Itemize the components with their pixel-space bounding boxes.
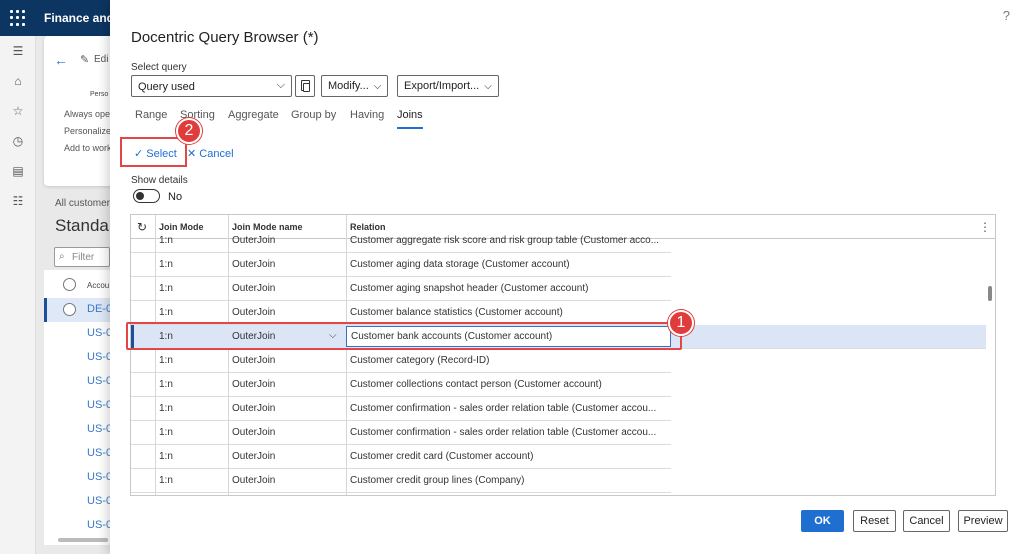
table-row[interactable]: 1:n OuterJoin Customer aging snapshot he… [131,277,671,301]
list-item[interactable]: US-0 [44,394,114,418]
background-action-panel: ← ✎ Edi Perso Always ope Personalize Add… [44,36,114,186]
help-icon[interactable]: ? [1003,8,1010,23]
table-row[interactable]: 1:n OuterJoin Customer collections conta… [131,373,671,397]
hamburger-menu-icon[interactable]: ☰ [11,44,25,58]
app-name: Finance and [44,11,115,25]
list-item[interactable]: US-0 [44,370,114,394]
dialog-title: Docentric Query Browser (*) [131,29,319,46]
modules-list-icon[interactable]: ☷ [11,194,25,208]
vertical-scrollbar-thumb[interactable] [988,286,992,301]
cancel-action-button[interactable]: ✕ Cancel [187,147,234,160]
app-launcher-icon[interactable] [10,10,26,26]
list-header: Accou [44,275,114,295]
show-details-toggle[interactable] [133,189,160,203]
all-customers-breadcrumb[interactable]: All customer [55,198,110,209]
search-icon: ⌕ [59,251,65,262]
close-icon: ✕ [187,148,197,160]
export-import-menu-button[interactable]: Export/Import... ⌵ [397,75,499,97]
list-item[interactable]: US-0 [44,514,114,538]
select-action-button[interactable]: ✓ Select [134,147,177,160]
cancel-label: Cancel [199,148,234,160]
back-arrow-icon[interactable]: ← [54,52,68,68]
personalize-item[interactable]: Personalize [64,126,114,136]
list-item[interactable]: US-0 [44,418,114,442]
docentric-query-browser-dialog: ? Docentric Query Browser (*) Select que… [110,0,1024,554]
list-item[interactable]: US-0 [44,322,114,346]
checkmark-icon: ✓ [134,148,144,160]
callout-badge-1: 1 [668,310,694,336]
table-row[interactable]: 1:n OuterJoin Customer aging data storag… [131,253,671,277]
modify-label: Modify... [328,80,369,92]
list-item[interactable]: US-0 [44,490,114,514]
chevron-down-icon: ⌵ [373,81,382,92]
page-title: Standa [55,216,109,235]
select-query-combobox[interactable]: Query used ⌵ [131,75,292,97]
customer-list: Accou DE-0 US-0 US-0 US-0 US-0 US-0 US-0… [44,270,114,545]
personalize-header: Perso [90,91,109,98]
home-icon[interactable]: ⌂ [11,74,25,88]
filter-input[interactable]: ⌕ Filter [54,247,110,267]
list-item[interactable]: US-0 [44,442,114,466]
recent-clock-icon[interactable]: ◷ [11,134,25,148]
add-to-workspace-item[interactable]: Add to work [64,143,114,153]
tab-aggregate[interactable]: Aggregate [228,109,279,121]
list-item[interactable]: US-0 [44,466,114,490]
favorites-star-icon[interactable]: ☆ [11,104,25,118]
modify-menu-button[interactable]: Modify... ⌵ [321,75,388,97]
select-query-label: Select query [131,62,187,73]
show-details-value: No [168,191,183,203]
select-query-value: Query used [138,81,195,93]
list-item[interactable]: DE-0 [44,298,114,322]
filter-placeholder: Filter [72,252,95,263]
workspaces-icon[interactable]: ▤ [11,164,25,178]
edit-pencil-icon[interactable]: ✎ [80,53,89,66]
joins-grid: ↻ Join Mode Join Mode name Relation ⋮ 1:… [130,214,996,496]
export-import-label: Export/Import... [404,80,480,92]
select-label: Select [146,148,177,160]
horizontal-scrollbar[interactable] [58,538,108,542]
reset-button[interactable]: Reset [853,510,896,532]
table-row[interactable]: 1:n OuterJoin Customer confirmation - sa… [131,421,671,445]
table-row[interactable]: 1:n OuterJoin Customer category (Record-… [131,349,671,373]
show-details-label: Show details [131,175,188,186]
table-row[interactable]: 1:n OuterJoin Customer aggregate risk sc… [131,229,671,253]
nav-rail: ☰ ⌂ ☆ ◷ ▤ ☷ [0,36,36,554]
cancel-button[interactable]: Cancel [903,510,950,532]
ok-button[interactable]: OK [801,510,844,532]
select-all-radio[interactable] [63,278,76,291]
always-open-item[interactable]: Always ope [64,109,114,119]
account-column-header[interactable]: Accou [87,281,109,290]
chevron-down-icon: ⌵ [276,79,285,91]
edit-label[interactable]: Edi [94,54,108,65]
row-highlight-box [126,322,682,350]
list-item[interactable]: US-0 [44,346,114,370]
tab-joins[interactable]: Joins [397,109,423,129]
table-row[interactable]: 1:n OuterJoin Customer credit card (Cust… [131,445,671,469]
preview-button[interactable]: Preview [958,510,1008,532]
more-options-icon[interactable]: ⋮ [979,220,991,234]
callout-badge-2: 2 [176,118,202,144]
table-row[interactable]: 1:n OuterJoin Customer confirmation - sa… [131,397,671,421]
tab-range[interactable]: Range [135,109,167,121]
tab-group-by[interactable]: Group by [291,109,336,121]
table-row[interactable]: 1:n OuterJoin Customer credit group line… [131,469,671,493]
tab-having[interactable]: Having [350,109,384,121]
row-radio[interactable] [63,303,76,316]
chevron-down-icon: ⌵ [484,81,492,92]
copy-query-button[interactable] [295,75,315,97]
